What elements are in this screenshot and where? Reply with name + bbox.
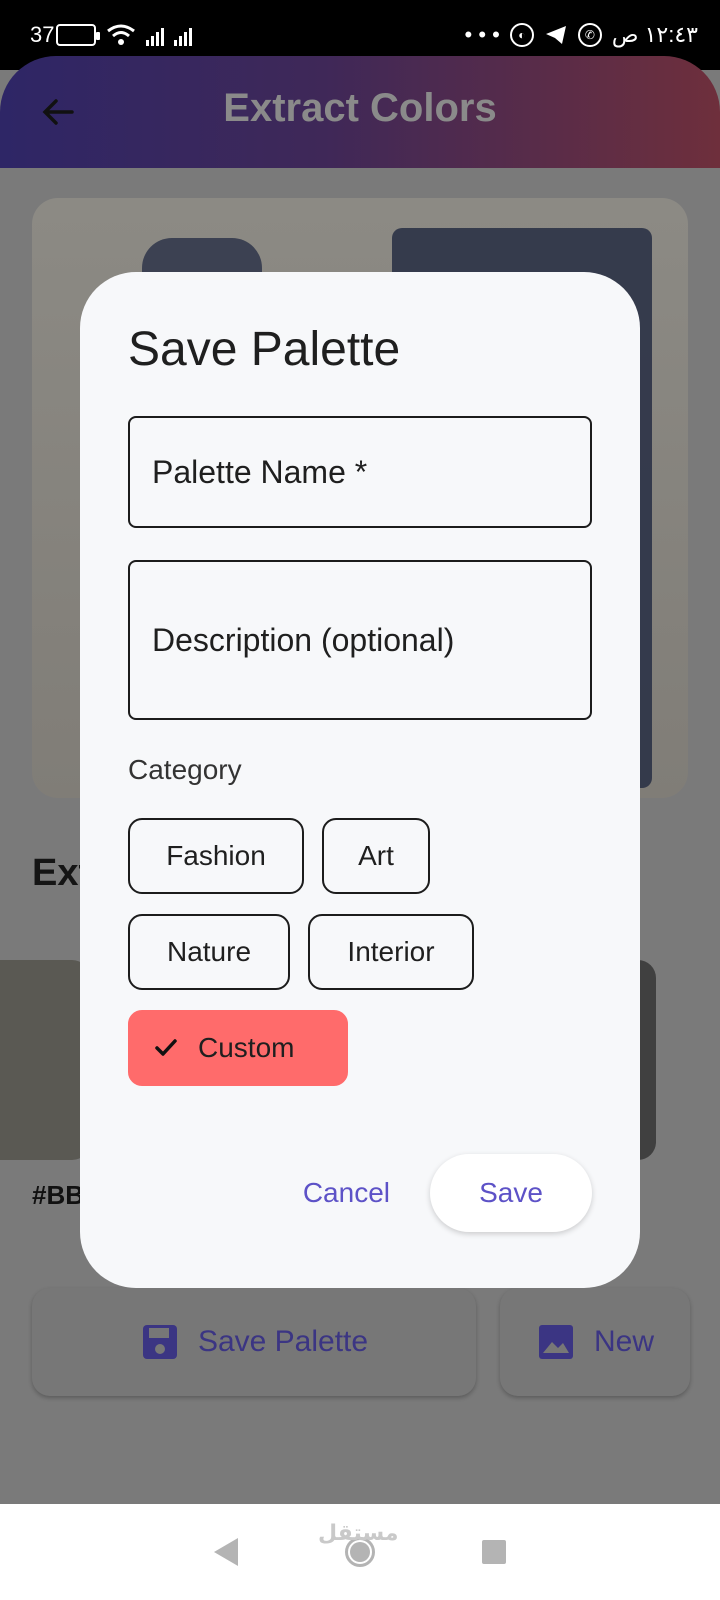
cancel-button[interactable]: Cancel	[303, 1177, 390, 1209]
telegram-icon	[545, 26, 566, 44]
page-title: Extract Colors	[223, 86, 497, 130]
nav-back-icon[interactable]	[213, 1538, 238, 1566]
chip-label: Nature	[166, 936, 252, 967]
chip-label: Art	[358, 840, 394, 871]
clock: ١٢:٤٣ ص	[611, 22, 698, 47]
battery-icon	[56, 24, 101, 46]
category-chip-nature[interactable]: Nature	[128, 914, 290, 990]
battery-level: 37	[30, 22, 55, 47]
status-left: 37	[30, 22, 193, 48]
new-label: New	[593, 1325, 654, 1358]
battery-indicator: 37	[30, 22, 101, 48]
check-icon	[155, 1039, 177, 1056]
save-palette-button[interactable]: Save Palette	[32, 1288, 476, 1396]
wifi-icon	[107, 24, 136, 45]
app-notification-icon: ◐	[509, 23, 534, 47]
palette-name-placeholder: Palette Name *	[152, 453, 368, 490]
whatsapp-icon: ✆	[577, 23, 602, 47]
save-palette-dialog: Save Palette Palette Name * Description …	[80, 272, 640, 1288]
save-button[interactable]: Save	[430, 1154, 592, 1232]
nav-recents-icon[interactable]	[482, 1540, 507, 1564]
save-palette-label: Save Palette	[197, 1325, 369, 1358]
category-chip-fashion[interactable]: Fashion	[128, 818, 304, 894]
chip-label: Custom	[198, 1032, 295, 1063]
more-dots: • • •	[464, 22, 500, 47]
navigation-bar	[0, 1504, 720, 1600]
status-right: • • • ◐ ✆ ١٢:٤٣ ص	[465, 22, 698, 48]
app-bar: Extract Colors	[0, 56, 720, 168]
hex-label: #BB	[32, 1180, 85, 1210]
category-chip-interior[interactable]: Interior	[308, 914, 474, 990]
dialog-actions: Cancel Save	[303, 1154, 592, 1232]
category-label: Category	[128, 754, 242, 785]
category-chip-art[interactable]: Art	[322, 818, 430, 894]
signal-icon-2	[174, 24, 193, 46]
chip-label: Interior	[347, 936, 435, 967]
color-swatch[interactable]	[0, 960, 90, 1160]
description-placeholder: Description (optional)	[152, 621, 455, 658]
watermark: مستقل	[318, 1520, 399, 1545]
signal-icon	[146, 24, 165, 46]
description-field[interactable]: Description (optional)	[128, 560, 592, 720]
category-chip-custom[interactable]: Custom	[128, 1010, 348, 1086]
image-icon	[538, 1325, 573, 1359]
chip-label: Fashion	[166, 840, 266, 871]
new-image-button[interactable]: New	[500, 1288, 690, 1396]
palette-name-field[interactable]: Palette Name *	[128, 416, 592, 528]
save-icon	[142, 1325, 177, 1359]
dialog-title: Save Palette	[128, 323, 401, 376]
